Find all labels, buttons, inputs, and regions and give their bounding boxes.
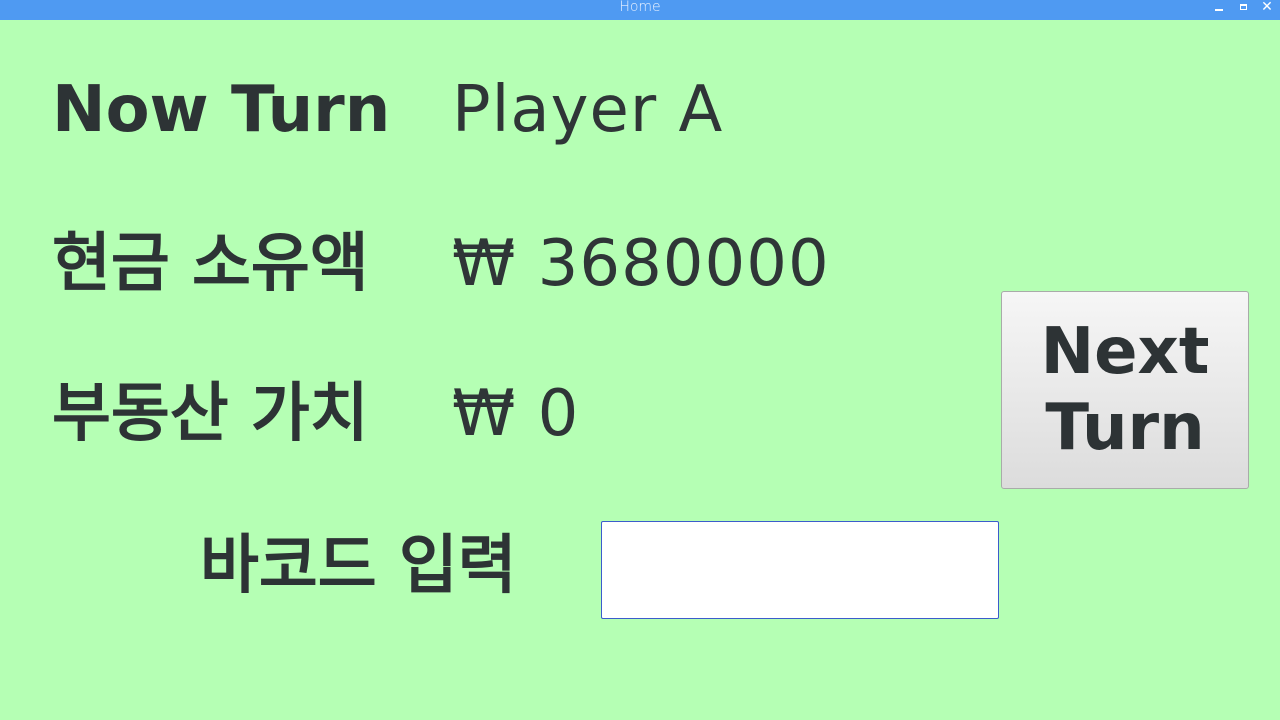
window-titlebar[interactable]: Home ✕ bbox=[0, 0, 1280, 20]
maximize-icon bbox=[1239, 4, 1247, 10]
close-icon: ✕ bbox=[1261, 0, 1273, 15]
now-turn-label: Now Turn bbox=[52, 73, 391, 147]
close-button[interactable]: ✕ bbox=[1260, 0, 1274, 14]
real-estate-value: ₩ 0 bbox=[452, 377, 580, 451]
barcode-label: 바코드 입력 bbox=[200, 529, 517, 603]
current-player-value: Player A bbox=[452, 73, 724, 147]
minimize-icon bbox=[1215, 9, 1223, 11]
barcode-input[interactable] bbox=[601, 521, 999, 619]
window-controls: ✕ bbox=[1212, 0, 1274, 14]
maximize-button[interactable] bbox=[1236, 0, 1250, 14]
next-turn-button[interactable]: Next Turn bbox=[1001, 291, 1249, 489]
next-turn-button-label: Next Turn bbox=[1040, 315, 1210, 465]
cash-label: 현금 소유액 bbox=[52, 227, 369, 301]
real-estate-label: 부동산 가치 bbox=[52, 377, 369, 451]
window-title: Home bbox=[619, 0, 661, 15]
cash-value: ₩ 3680000 bbox=[452, 227, 830, 301]
minimize-button[interactable] bbox=[1212, 0, 1226, 14]
